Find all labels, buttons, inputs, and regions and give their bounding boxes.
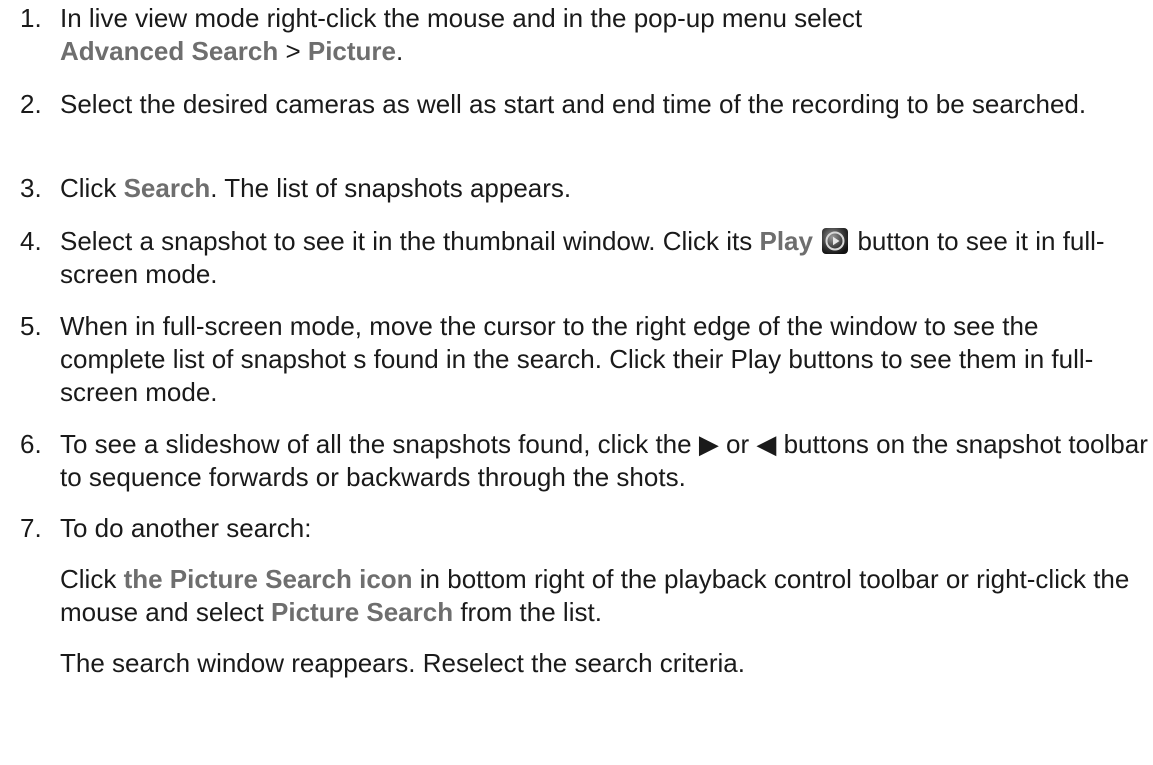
step-number: 2. <box>20 89 42 119</box>
ui-term-search: Search <box>123 173 211 203</box>
step-7-result: The search window reappears. Reselect th… <box>60 648 745 678</box>
step-number: 7. <box>20 513 42 543</box>
step-text-part: Click <box>60 173 124 203</box>
step-number: 6. <box>20 429 42 459</box>
step-text: In live view mode right-click the mouse … <box>60 2 1150 68</box>
step-number: 4. <box>20 226 42 256</box>
step-text: Select a snapshot to see it in the thumb… <box>60 225 1150 291</box>
step-number: 5. <box>20 311 42 341</box>
step-text: When in full-screen mode, move the curso… <box>60 311 1094 407</box>
step-text-part: . <box>396 36 404 66</box>
para-text-part: from the list. <box>453 597 602 627</box>
para-text-part: Click <box>60 564 124 594</box>
ui-term-play: Play <box>759 226 813 256</box>
step-text: Select the desired cameras as well as st… <box>60 89 1087 119</box>
step-number: 1. <box>20 3 42 33</box>
step-text-part: > <box>278 36 308 66</box>
step-text-part: . The list of snapshots appears. <box>210 173 572 203</box>
ui-term-picture-search: Picture Search <box>271 597 454 627</box>
step-text: To see a slideshow of all the snapshots … <box>60 429 1148 492</box>
ui-term-advanced-search: Advanced Search <box>60 36 279 66</box>
play-circle-icon <box>822 228 849 254</box>
step-text: To do another search: <box>60 513 312 543</box>
step-7-detail: Click the Picture Search icon in bottom … <box>60 563 1145 629</box>
step-text: Click Search. The list of snapshots appe… <box>60 172 1150 205</box>
step-number: 3. <box>20 173 42 203</box>
ui-term-picture: Picture <box>307 36 397 66</box>
step-text-part: In live view mode right-click the mouse … <box>60 3 863 33</box>
ui-term-picture-search-icon: the Picture Search icon <box>123 564 413 594</box>
step-text-part: Select a snapshot to see it in the thumb… <box>60 226 760 256</box>
